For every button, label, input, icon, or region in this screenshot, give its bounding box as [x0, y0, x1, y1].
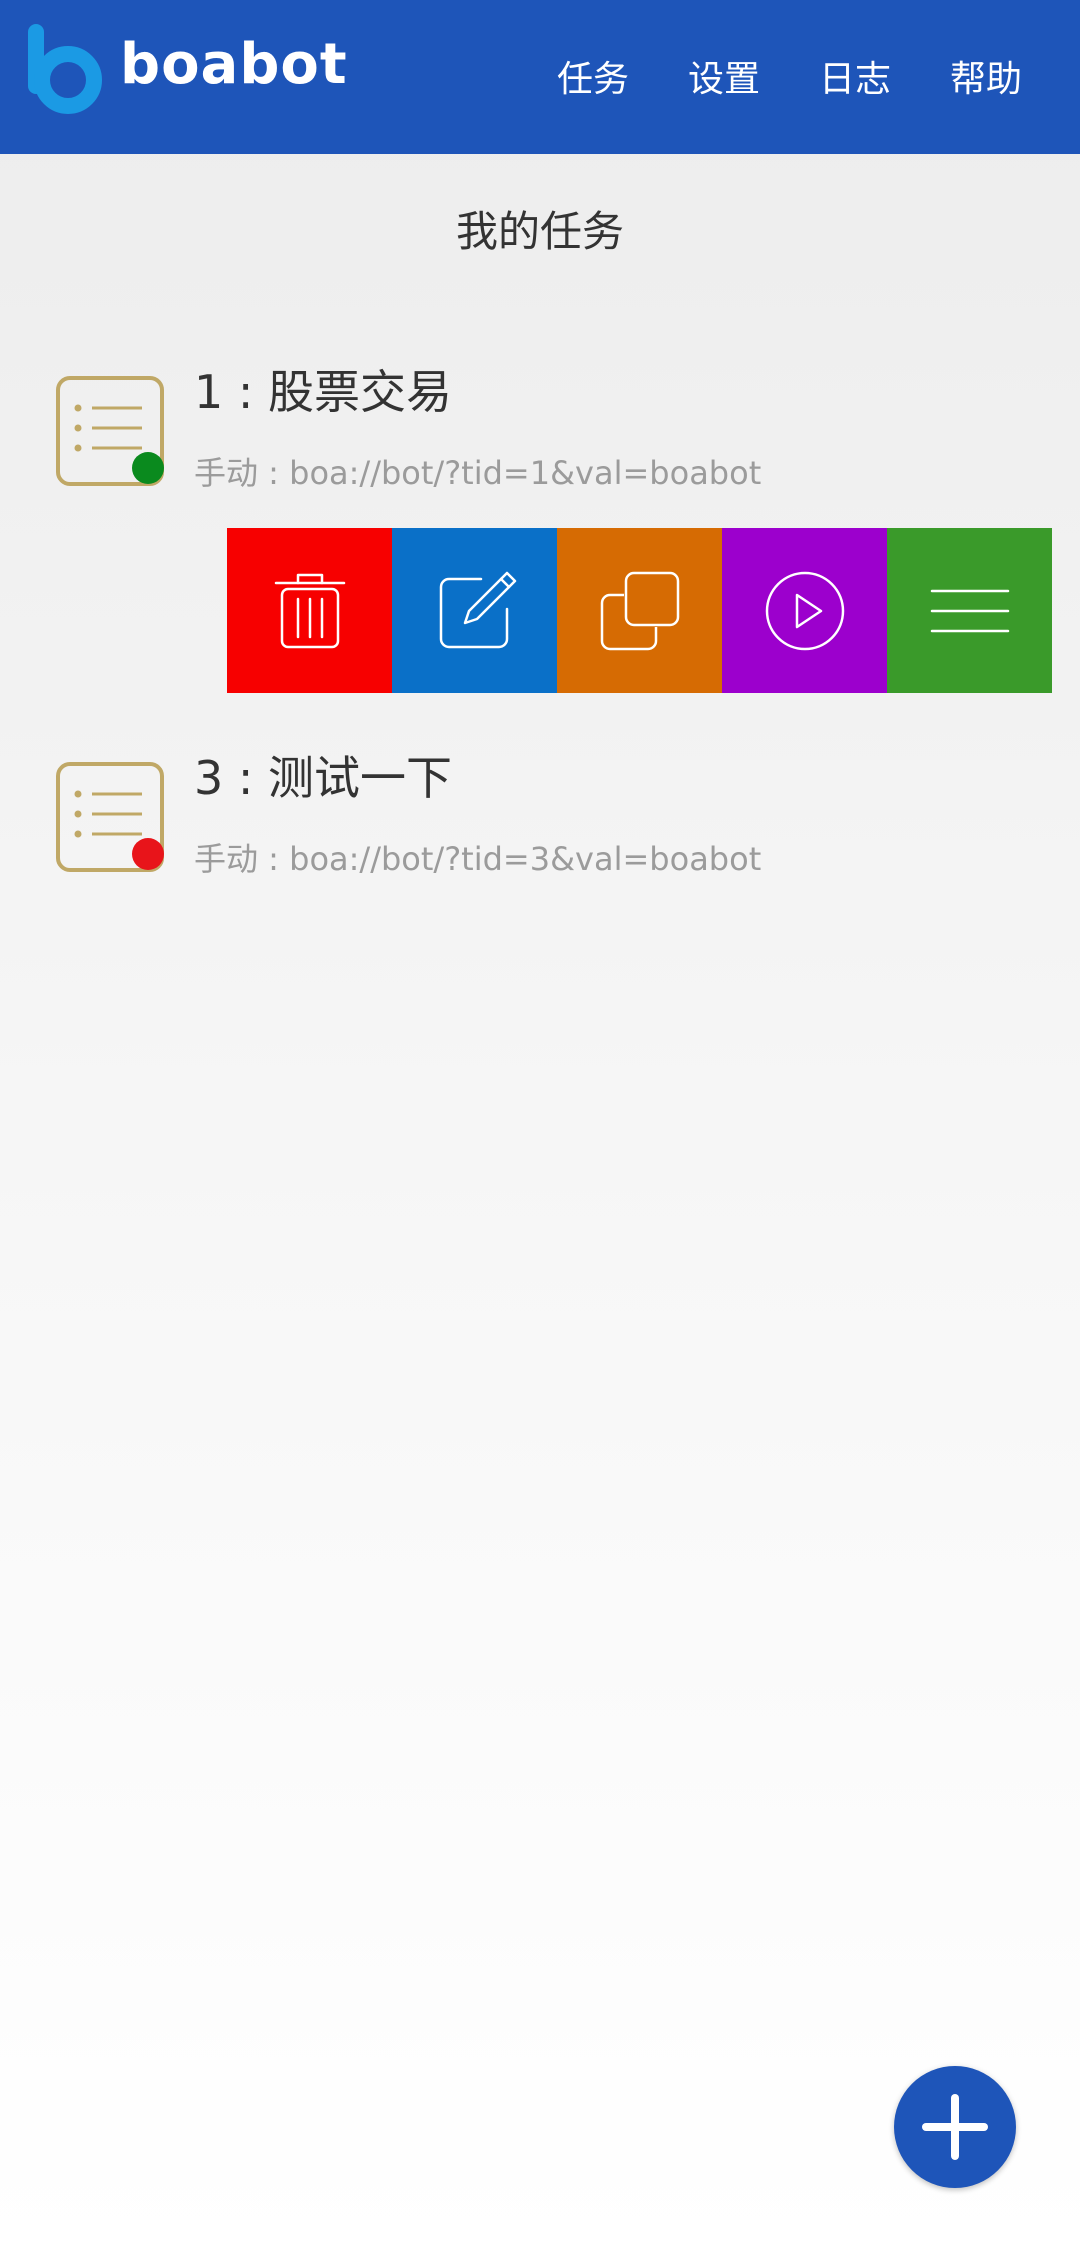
task-title: 3 : 测试一下: [194, 751, 453, 805]
task-list-icon: [56, 376, 164, 486]
add-task-button[interactable]: [894, 2066, 1016, 2188]
play-icon: [765, 571, 844, 650]
edit-icon: [439, 571, 516, 648]
task-subtitle: 手动 : boa://bot/?tid=3&val=boabot: [194, 840, 762, 878]
menu-icon: [930, 589, 1009, 632]
brand-name: boabot: [120, 32, 348, 97]
task-subtitle: 手动 : boa://bot/?tid=1&val=boabot: [194, 454, 762, 492]
run-button[interactable]: [722, 528, 887, 693]
nav-tasks[interactable]: 任务: [557, 50, 629, 102]
nav-help[interactable]: 帮助: [950, 50, 1022, 102]
trash-icon: [274, 573, 345, 648]
task-list-icon: [56, 762, 164, 872]
nav-logs[interactable]: 日志: [819, 50, 891, 102]
copy-icon: [600, 571, 679, 650]
edit-button[interactable]: [392, 528, 557, 693]
page-title: 我的任务: [455, 207, 624, 256]
plus-icon: [922, 2094, 988, 2160]
status-dot: [132, 452, 164, 484]
delete-button[interactable]: [227, 528, 392, 693]
task-actions: [227, 528, 1052, 693]
more-button[interactable]: [887, 528, 1052, 693]
app-header: boabot 任务 设置 日志 帮助: [0, 0, 1080, 154]
status-dot: [132, 838, 164, 870]
task-title: 1 : 股票交易: [194, 365, 453, 419]
boabot-logo-icon: [28, 24, 102, 114]
copy-button[interactable]: [557, 528, 722, 693]
nav-settings[interactable]: 设置: [688, 50, 760, 102]
